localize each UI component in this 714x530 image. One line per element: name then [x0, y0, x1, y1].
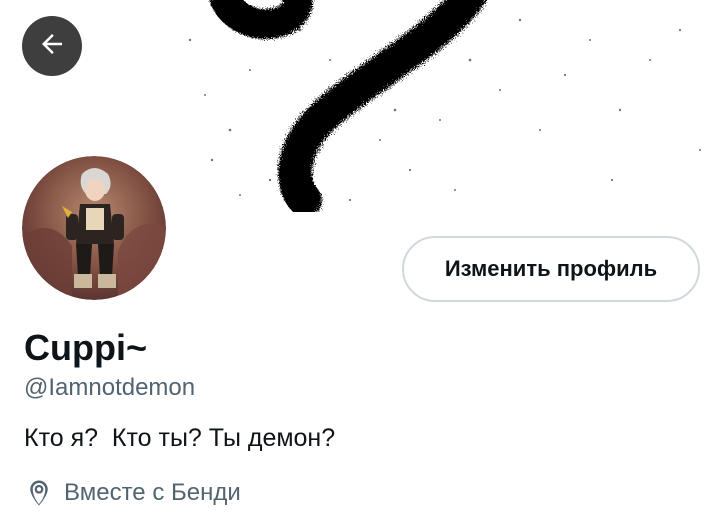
- back-button[interactable]: [22, 16, 82, 76]
- display-name: Cuppi~: [24, 327, 147, 368]
- avatar-image: [22, 156, 166, 300]
- location-text: Вместе с Бенди: [64, 479, 241, 506]
- map-pin-icon: [24, 478, 54, 508]
- arrow-left-icon: [37, 29, 67, 64]
- edit-profile-button[interactable]: Изменить профиль: [402, 236, 700, 302]
- profile-location: Вместе с Бенди: [24, 476, 241, 510]
- profile-avatar[interactable]: [18, 152, 170, 304]
- profile-bio: Кто я? Кто ты? Ты демон?: [24, 424, 336, 452]
- user-handle: @Iamnotdemon: [24, 374, 196, 401]
